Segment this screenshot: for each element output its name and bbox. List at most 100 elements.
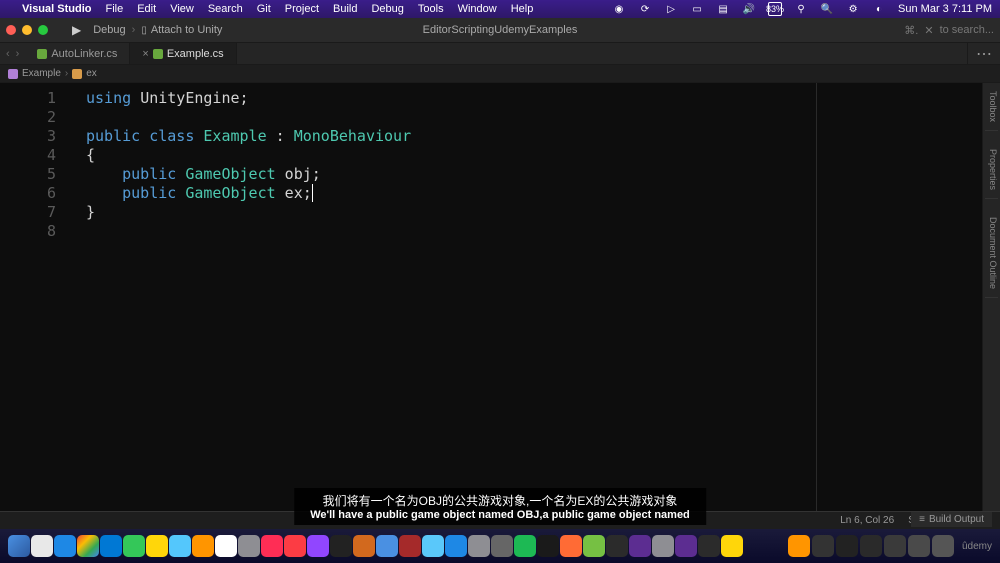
dock-photos-icon[interactable] (192, 535, 214, 557)
sync-icon[interactable]: ⟳ (638, 2, 652, 16)
breadcrumb-member[interactable]: ex (86, 68, 97, 79)
menu-edit[interactable]: Edit (137, 3, 156, 15)
menu-build[interactable]: Build (333, 3, 357, 15)
global-search[interactable]: ⌘. ✕ to search... (904, 24, 994, 37)
dock-edge-icon[interactable] (100, 535, 122, 557)
toolbox-tab[interactable]: Toolbox (985, 91, 998, 131)
dock-messages-icon[interactable] (123, 535, 145, 557)
app-name[interactable]: Visual Studio (22, 3, 91, 15)
dock-warning-icon[interactable] (788, 535, 810, 557)
user-icon[interactable]: ◐ (872, 2, 886, 16)
dock-twitch-icon[interactable] (307, 535, 329, 557)
play-status-icon[interactable]: ▷ (664, 2, 678, 16)
dock-app-icon[interactable] (560, 535, 582, 557)
dock-downloads-icon[interactable] (908, 535, 930, 557)
control-center-icon[interactable]: ⚙ (846, 2, 860, 16)
breadcrumb-class[interactable]: Example (22, 68, 61, 79)
editor[interactable]: 1 2 3 4 5 6 7 8 using UnityEngine; publi… (0, 83, 982, 511)
device-icon: ▯ (141, 25, 147, 36)
dock-folder-icon[interactable] (860, 535, 882, 557)
battery-icon[interactable]: 83% (768, 2, 782, 16)
line-number[interactable]: 1 (0, 89, 56, 108)
line-number[interactable]: 8 (0, 222, 56, 241)
dock-safari-icon[interactable] (54, 535, 76, 557)
dock-app-icon[interactable] (583, 535, 605, 557)
dock-app-icon[interactable] (468, 535, 490, 557)
volume-icon[interactable]: 🔊 (742, 2, 756, 16)
line-number[interactable]: 4 (0, 146, 56, 165)
run-target[interactable]: Attach to Unity (151, 24, 223, 36)
menu-file[interactable]: File (105, 3, 123, 15)
dock-folder-icon[interactable] (884, 535, 906, 557)
line-number[interactable]: 2 (0, 108, 56, 127)
menu-tools[interactable]: Tools (418, 3, 444, 15)
run-button[interactable]: ▶ (72, 23, 81, 37)
dock-launchpad-icon[interactable] (31, 535, 53, 557)
dock-unity-hub-icon[interactable] (812, 535, 834, 557)
dock-app-icon[interactable] (721, 535, 743, 557)
line-number[interactable]: 6 (0, 184, 56, 203)
dock-music-icon[interactable] (261, 535, 283, 557)
calendar-icon[interactable]: ▤ (716, 2, 730, 16)
menu-view[interactable]: View (170, 3, 194, 15)
nav-back-icon[interactable]: ‹ (6, 48, 10, 60)
dock-visualstudio-icon[interactable] (675, 535, 697, 557)
dock-app-icon[interactable] (353, 535, 375, 557)
document-outline-tab[interactable]: Document Outline (985, 217, 998, 298)
menu-debug[interactable]: Debug (371, 3, 403, 15)
class-icon (8, 69, 18, 79)
line-number[interactable]: 5 (0, 165, 56, 184)
menu-search[interactable]: Search (208, 3, 243, 15)
macos-dock: ûdemy (0, 529, 1000, 563)
menubar-datetime[interactable]: Sun Mar 3 7:11 PM (898, 3, 992, 15)
dock-app-icon[interactable] (422, 535, 444, 557)
tab-example[interactable]: × Example.cs (130, 43, 236, 64)
dock-mail-icon[interactable] (169, 535, 191, 557)
menu-project[interactable]: Project (285, 3, 319, 15)
dock-app-icon[interactable] (698, 535, 720, 557)
tab-overflow-button[interactable]: ⋯ (967, 43, 1000, 64)
dock-chrome-icon[interactable] (77, 535, 99, 557)
menu-git[interactable]: Git (257, 3, 271, 15)
tab-autolinker[interactable]: AutoLinker.cs (25, 43, 130, 64)
maximize-window-button[interactable] (38, 25, 48, 35)
dock-trash-icon[interactable] (932, 535, 954, 557)
menu-window[interactable]: Window (458, 3, 497, 15)
build-config[interactable]: Debug (93, 24, 125, 36)
dock-settings-icon[interactable] (238, 535, 260, 557)
minimize-window-button[interactable] (22, 25, 32, 35)
dock-finder-icon[interactable] (8, 535, 30, 557)
keyboard-icon: ✕ (924, 24, 933, 37)
macos-menubar: Visual Studio File Edit View Search Git … (0, 0, 1000, 18)
dock-app-icon[interactable] (491, 535, 513, 557)
dock-tv-icon[interactable] (330, 535, 352, 557)
dock-appstore-icon[interactable] (445, 535, 467, 557)
dock-unity-icon[interactable] (652, 535, 674, 557)
dock-app-icon[interactable] (836, 535, 858, 557)
tab-close-icon[interactable]: × (142, 48, 148, 60)
dock-applemusic-icon[interactable] (284, 535, 306, 557)
dock-app-icon[interactable] (629, 535, 651, 557)
tab-label: Example.cs (167, 48, 224, 60)
dock-spotify-icon[interactable] (514, 535, 536, 557)
dock-notes-icon[interactable] (146, 535, 168, 557)
dock-app-icon[interactable] (606, 535, 628, 557)
nav-forward-icon[interactable]: › (16, 48, 20, 60)
code-content[interactable]: using UnityEngine; public class Example … (70, 83, 982, 511)
line-number[interactable]: 3 (0, 127, 56, 146)
menu-help[interactable]: Help (511, 3, 534, 15)
build-output-tab[interactable]: ≡ Build Output (911, 512, 992, 527)
dock-terminal-icon[interactable] (537, 535, 559, 557)
dock-calendar-icon[interactable] (215, 535, 237, 557)
screen-icon[interactable]: ▭ (690, 2, 704, 16)
dock-app-icon[interactable] (376, 535, 398, 557)
close-window-button[interactable] (6, 25, 16, 35)
wifi-icon[interactable]: ⚲ (794, 2, 808, 16)
cursor-position[interactable]: Ln 6, Col 26 (840, 515, 894, 526)
line-number[interactable]: 7 (0, 203, 56, 222)
dock-app-icon[interactable] (399, 535, 421, 557)
nav-arrows: ‹ › (0, 43, 25, 64)
search-icon[interactable]: 🔍 (820, 2, 834, 16)
record-icon[interactable]: ◉ (612, 2, 626, 16)
properties-tab[interactable]: Properties (985, 149, 998, 199)
